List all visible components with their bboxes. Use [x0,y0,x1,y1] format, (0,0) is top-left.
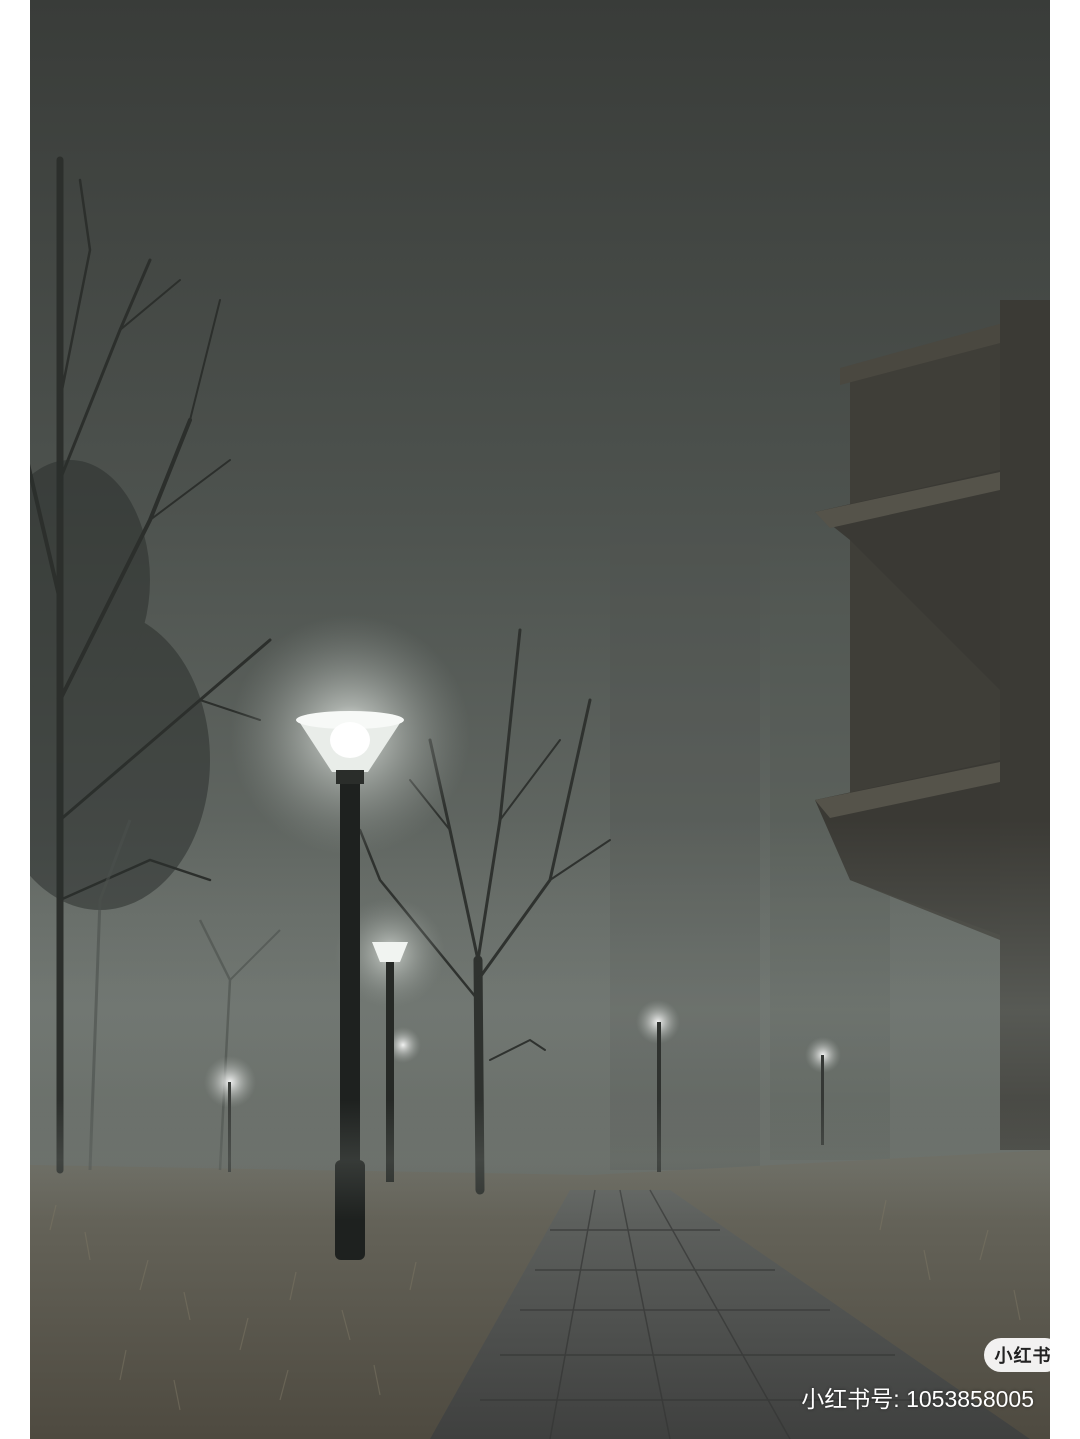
watermark-account-id: 小红书号: 1053858005 [801,1386,1034,1412]
photo-frame: 小红书 [30,0,1050,1439]
watermark-logo-text: 小红书 [994,1346,1051,1366]
foggy-night-scene [30,0,1050,1439]
ground-fog [30,1100,1050,1220]
watermark-logo: 小红书 [984,1338,1050,1372]
